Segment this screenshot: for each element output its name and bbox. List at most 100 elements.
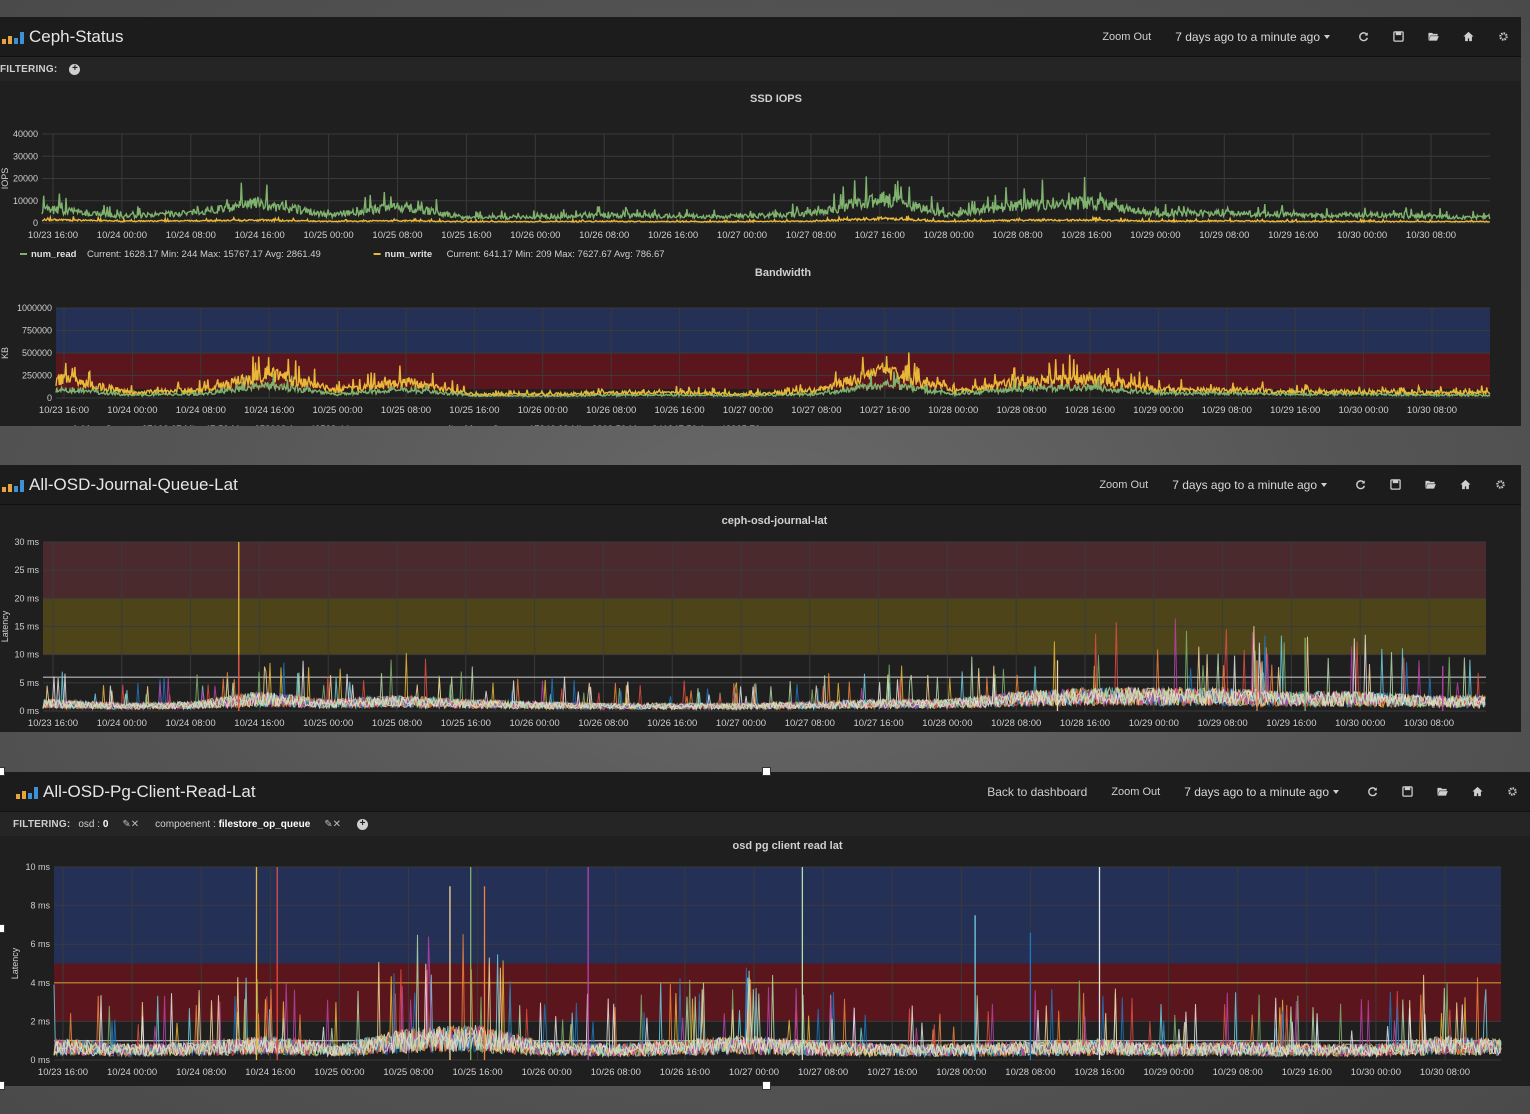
x-tick-label: 10/27 00:00 bbox=[723, 405, 773, 416]
grafana-logo-icon[interactable] bbox=[16, 785, 38, 799]
open-button[interactable] bbox=[1416, 17, 1451, 56]
home-button[interactable] bbox=[1460, 772, 1495, 811]
resize-handle[interactable] bbox=[762, 1081, 771, 1090]
client-read-lat-graph[interactable]: osd pg client read lat 0 ms 2 ms 4 ms 6 ms 8 … bbox=[0, 836, 1530, 1086]
x-tick-label: 10/27 08:00 bbox=[791, 405, 841, 416]
x-tick-label: 10/29 00:00 bbox=[1130, 230, 1180, 241]
filter-value: filestore_op_queue bbox=[218, 818, 311, 830]
y-tick-label: 500000 bbox=[22, 348, 52, 358]
resize-handle[interactable] bbox=[762, 767, 771, 776]
dashboard-navbar: All-OSD-Pg-Client-Read-Lat Back to dashb… bbox=[0, 772, 1530, 812]
x-tick-label: 10/28 00:00 bbox=[922, 718, 972, 729]
save-button[interactable] bbox=[1390, 772, 1425, 811]
x-tick-label: 10/30 00:00 bbox=[1337, 230, 1387, 241]
save-button[interactable] bbox=[1381, 17, 1416, 56]
x-tick-label: 10/26 08:00 bbox=[579, 230, 629, 241]
journal-lat-graph[interactable]: ceph-osd-journal-lat 0 ms 5 ms 10 ms 15 ms 20… bbox=[0, 510, 1521, 732]
open-button[interactable] bbox=[1413, 465, 1448, 504]
refresh-button[interactable] bbox=[1346, 17, 1381, 56]
legend-series-name: num_write bbox=[385, 249, 433, 260]
zoom-out-button[interactable]: Zoom Out bbox=[1102, 31, 1151, 43]
x-tick-label: 10/24 08:00 bbox=[166, 230, 216, 241]
y-tick-label: 20 ms bbox=[14, 593, 39, 603]
filter-key: compoenent bbox=[155, 818, 211, 830]
resize-handle[interactable] bbox=[0, 924, 5, 933]
home-button[interactable] bbox=[1451, 17, 1486, 56]
time-range-label: 7 days ago to a minute ago bbox=[1175, 29, 1320, 44]
filter-component[interactable]: compoenent : filestore_op_queue bbox=[155, 819, 310, 830]
resize-handle[interactable] bbox=[0, 1081, 5, 1090]
x-tick-label: 10/25 08:00 bbox=[372, 718, 422, 729]
folder-open-icon bbox=[1428, 32, 1439, 41]
y-tick-label: 8 ms bbox=[30, 901, 50, 911]
time-range-picker[interactable]: 7 days ago to a minute ago bbox=[1175, 30, 1330, 44]
time-range-picker[interactable]: 7 days ago to a minute ago bbox=[1184, 785, 1339, 799]
x-tick-label: 10/29 00:00 bbox=[1133, 405, 1183, 416]
dashboard-title[interactable]: Ceph-Status bbox=[29, 27, 124, 47]
filter-value: 0 bbox=[102, 818, 109, 830]
grafana-logo-icon[interactable] bbox=[2, 30, 24, 44]
x-tick-label: 10/29 08:00 bbox=[1202, 405, 1252, 416]
y-axis-label: Latency bbox=[10, 947, 20, 979]
x-tick-label: 10/28 00:00 bbox=[936, 1067, 986, 1078]
refresh-button[interactable] bbox=[1355, 772, 1390, 811]
x-tick-label: 10/25 16:00 bbox=[441, 230, 491, 241]
refresh-button[interactable] bbox=[1343, 465, 1378, 504]
caret-down-icon bbox=[1333, 790, 1339, 795]
resize-handle[interactable] bbox=[0, 767, 5, 776]
refresh-icon bbox=[1356, 480, 1366, 490]
edit-icon[interactable]: ✎✕ bbox=[122, 819, 139, 830]
x-tick-label: 10/30 08:00 bbox=[1407, 405, 1457, 416]
x-tick-label: 10/29 08:00 bbox=[1199, 230, 1249, 241]
x-tick-label: 10/26 08:00 bbox=[591, 1067, 641, 1078]
x-tick-label: 10/24 00:00 bbox=[97, 230, 147, 241]
dashboard-pg-client-read-lat: All-OSD-Pg-Client-Read-Lat Back to dashb… bbox=[0, 772, 1530, 1086]
settings-button[interactable] bbox=[1483, 465, 1518, 504]
folder-open-icon bbox=[1425, 480, 1436, 489]
y-tick-label: 0 bbox=[33, 218, 38, 228]
y-tick-label: 10 ms bbox=[14, 650, 39, 660]
x-tick-label: 10/29 16:00 bbox=[1282, 1067, 1332, 1078]
x-tick-label: 10/24 16:00 bbox=[234, 718, 284, 729]
x-tick-label: 10/25 08:00 bbox=[383, 1067, 433, 1078]
time-range-picker[interactable]: 7 days ago to a minute ago bbox=[1172, 478, 1327, 492]
dashboard-navbar: Ceph-Status Zoom Out 7 days ago to a min… bbox=[0, 17, 1521, 57]
ssd-iops-graph[interactable]: SSD IOPS 0 10000 20000 30000 40000 10/23 16:00… bbox=[0, 90, 1521, 260]
x-tick-label: 10/29 16:00 bbox=[1266, 718, 1316, 729]
x-tick-label: 10/30 08:00 bbox=[1406, 230, 1456, 241]
x-tick-label: 10/30 00:00 bbox=[1335, 718, 1385, 729]
legend-series-stats: Current: 641.17 Min: 209 Max: 7627.67 Av… bbox=[447, 249, 665, 260]
y-tick-label: 250000 bbox=[22, 371, 52, 381]
x-tick-label: 10/29 16:00 bbox=[1270, 405, 1320, 416]
grafana-logo-icon[interactable] bbox=[2, 478, 24, 492]
settings-button[interactable] bbox=[1486, 17, 1521, 56]
filter-osd[interactable]: osd : 0 bbox=[78, 819, 108, 830]
y-tick-label: 750000 bbox=[22, 326, 52, 336]
x-tick-label: 10/26 00:00 bbox=[518, 405, 568, 416]
x-tick-label: 10/27 00:00 bbox=[717, 230, 767, 241]
edit-icon[interactable]: ✎✕ bbox=[324, 819, 341, 830]
zoom-out-button[interactable]: Zoom Out bbox=[1111, 786, 1160, 798]
x-tick-label: 10/30 00:00 bbox=[1339, 405, 1389, 416]
back-to-dashboard-button[interactable]: Back to dashboard bbox=[987, 785, 1087, 799]
plus-circle-icon[interactable]: + bbox=[357, 818, 369, 830]
x-tick-label: 10/26 00:00 bbox=[522, 1067, 572, 1078]
open-button[interactable] bbox=[1425, 772, 1460, 811]
home-icon bbox=[1460, 479, 1471, 490]
home-button[interactable] bbox=[1448, 465, 1483, 504]
x-tick-label: 10/24 08:00 bbox=[166, 718, 216, 729]
bandwidth-graph[interactable]: Bandwidth 0 250000 500000 750000 1000000 10/23… bbox=[0, 264, 1521, 426]
zoom-out-button[interactable]: Zoom Out bbox=[1099, 479, 1148, 491]
settings-button[interactable] bbox=[1495, 772, 1530, 811]
dashboard-title[interactable]: All-OSD-Journal-Queue-Lat bbox=[29, 475, 238, 495]
dashboard-title[interactable]: All-OSD-Pg-Client-Read-Lat bbox=[43, 782, 256, 802]
y-tick-label: 0 bbox=[47, 393, 52, 403]
save-button[interactable] bbox=[1378, 465, 1413, 504]
x-tick-label: 10/24 08:00 bbox=[176, 1067, 226, 1078]
save-icon bbox=[1402, 786, 1413, 797]
x-tick-label: 10/25 08:00 bbox=[372, 230, 422, 241]
series-line-num_read bbox=[41, 176, 1491, 222]
plus-circle-icon[interactable]: + bbox=[69, 63, 81, 75]
legend-series-name: num_read_kb bbox=[31, 424, 93, 426]
y-tick-label: 0 ms bbox=[30, 1055, 50, 1065]
